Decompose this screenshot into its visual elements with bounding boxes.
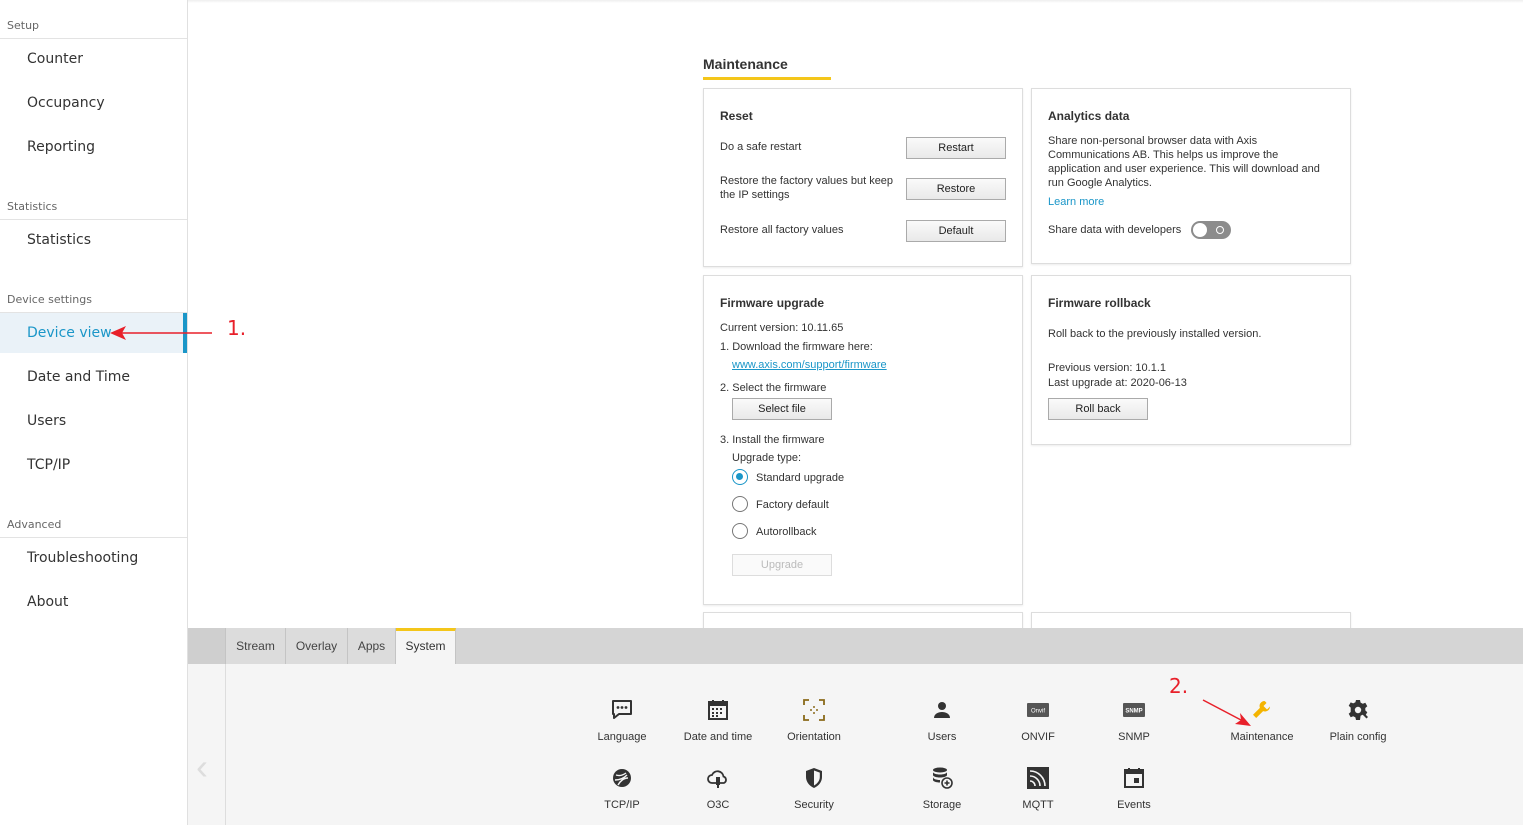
annotation-step-2: 2. — [1169, 674, 1189, 698]
app-window: Setup Counter Occupancy Reporting Statis… — [0, 0, 1523, 825]
annotation-step-1: 1. — [227, 316, 247, 340]
arrow-head — [1235, 713, 1251, 726]
annotation-arrows — [110, 326, 1251, 726]
arrow-to-maintenance — [1202, 699, 1242, 721]
